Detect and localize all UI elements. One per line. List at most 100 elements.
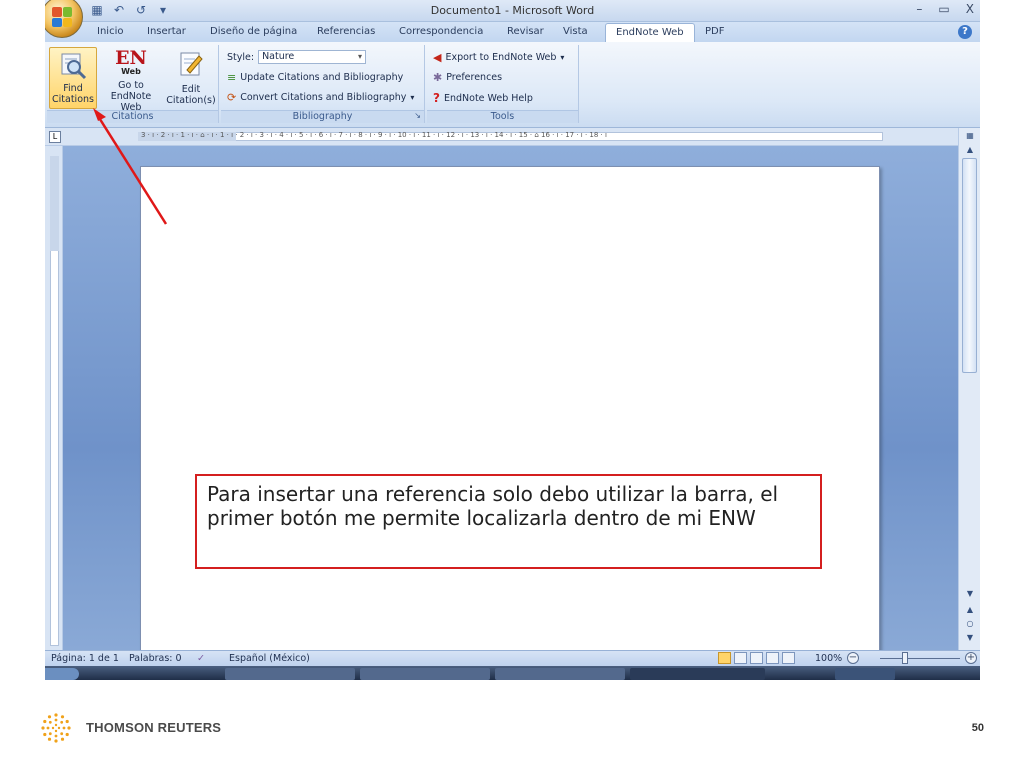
ruler-toggle-icon[interactable]: ▦ <box>963 130 977 142</box>
endnote-web-logo-icon: EN Web <box>99 47 163 77</box>
document-page[interactable] <box>140 166 880 656</box>
goto-endnote-web-button[interactable]: EN Web Go to EndNote Web <box>99 47 163 114</box>
endnote-logo-main: EN <box>115 47 147 69</box>
system-tray <box>835 668 895 680</box>
group-citations-label: Citations <box>47 110 218 123</box>
window-title: Documento1 - Microsoft Word <box>430 4 595 17</box>
windows-taskbar <box>45 666 980 680</box>
style-select[interactable]: Nature <box>258 50 367 64</box>
tab-diseno-de-pagina[interactable]: Diseño de página <box>210 26 297 37</box>
callout-text: Para insertar una referencia solo debo u… <box>207 482 779 530</box>
group-bibliography: Style: Nature ≡ Update Citations and Bib… <box>221 45 425 123</box>
zoom-slider-thumb[interactable] <box>902 652 908 664</box>
minimize-button[interactable]: – <box>916 2 922 16</box>
tab-revisar[interactable]: Revisar <box>507 26 544 37</box>
tab-insertar[interactable]: Insertar <box>147 26 186 37</box>
convert-icon: ⟳ <box>227 91 237 104</box>
find-citations-label-2: Citations <box>52 94 94 105</box>
instruction-callout: Para insertar una referencia solo debo u… <box>195 474 822 569</box>
endnote-logo-sub: Web <box>121 67 141 76</box>
word-window: ▦ ↶ ↺ ▾ Documento1 - Microsoft Word – ▭ … <box>45 0 980 680</box>
goto-label-1: Go to <box>118 80 144 91</box>
office-logo-icon <box>52 7 72 27</box>
update-citations-button[interactable]: ≡ Update Citations and Bibliography <box>227 71 403 84</box>
help-icon[interactable]: ? <box>958 25 972 39</box>
browse-object-icon[interactable]: ○ <box>963 618 977 630</box>
export-to-endnote-web-button[interactable]: ◀ Export to EndNote Web ▾ <box>433 51 564 64</box>
export-icon: ◀ <box>433 51 442 64</box>
status-words[interactable]: Palabras: 0 <box>129 653 182 664</box>
find-citations-button[interactable]: Find Citations <box>49 47 97 109</box>
preferences-button[interactable]: ✱ Preferences <box>433 71 502 84</box>
scroll-down-icon[interactable]: ▼ <box>963 588 977 600</box>
status-page[interactable]: Página: 1 de 1 <box>51 653 119 664</box>
taskbar-item[interactable] <box>225 668 355 680</box>
start-button-icon[interactable] <box>45 668 79 680</box>
preferences-label: Preferences <box>446 72 503 83</box>
tab-vista[interactable]: Vista <box>563 26 588 37</box>
update-icon: ≡ <box>227 71 237 84</box>
tab-selector-icon[interactable]: L <box>49 131 61 143</box>
update-citations-label: Update Citations and Bibliography <box>240 72 404 83</box>
edit-label-2: Citation(s) <box>166 95 216 106</box>
find-citations-label-1: Find <box>63 83 83 94</box>
previous-page-icon[interactable]: ▲ <box>963 604 977 616</box>
zoom-slider-track[interactable] <box>880 658 960 659</box>
group-tools-label: Tools <box>427 110 578 123</box>
web-layout-view-icon[interactable] <box>750 652 763 664</box>
taskbar-item[interactable] <box>360 668 490 680</box>
scroll-thumb[interactable] <box>962 158 977 373</box>
outline-view-icon[interactable] <box>766 652 779 664</box>
vertical-scrollbar[interactable]: ▦ ▲ ▼ ▲ ○ ▼ <box>958 128 980 650</box>
view-buttons <box>718 652 795 664</box>
tab-pdf[interactable]: PDF <box>705 26 724 37</box>
title-bar: ▦ ↶ ↺ ▾ Documento1 - Microsoft Word – ▭ … <box>45 0 980 38</box>
next-page-icon[interactable]: ▼ <box>963 632 977 644</box>
export-label: Export to EndNote Web <box>445 52 557 63</box>
convert-citations-button[interactable]: ⟳ Convert Citations and Bibliography ▾ <box>227 91 414 104</box>
document-workspace <box>63 146 958 656</box>
tab-endnote-web[interactable]: EndNote Web <box>605 23 695 43</box>
close-button[interactable]: X <box>966 2 974 16</box>
tab-correspondencia[interactable]: Correspondencia <box>399 26 483 37</box>
zoom-out-icon[interactable]: − <box>847 652 859 664</box>
thomson-reuters-logo-icon <box>41 713 71 743</box>
slide-page-number: 50 <box>971 722 984 734</box>
spelling-icon[interactable]: ✓ <box>197 653 205 664</box>
print-layout-view-icon[interactable] <box>718 652 731 664</box>
status-language[interactable]: Español (México) <box>229 653 310 664</box>
chevron-down-icon: ▾ <box>560 53 565 62</box>
vertical-ruler-margin <box>50 156 59 251</box>
scroll-up-icon[interactable]: ▲ <box>963 144 977 156</box>
dialog-launcher-icon[interactable]: ↘ <box>414 111 421 120</box>
endnote-web-help-button[interactable]: ? EndNote Web Help <box>433 91 533 105</box>
restore-button[interactable]: ▭ <box>938 2 949 16</box>
taskbar-item[interactable] <box>495 668 625 680</box>
group-citations: Find Citations EN Web Go to EndNote Web <box>47 45 219 123</box>
full-screen-view-icon[interactable] <box>734 652 747 664</box>
window-controls: – ▭ X <box>916 2 974 16</box>
tab-referencias[interactable]: Referencias <box>317 26 375 37</box>
help-label: EndNote Web Help <box>443 92 533 104</box>
magnifier-icon <box>61 53 87 80</box>
preferences-icon: ✱ <box>433 71 443 84</box>
group-bibliography-label-text: Bibliography <box>292 111 353 122</box>
ruler-ticks: 3 · ı · 2 · ı · 1 · ı · ⌂ · ı · 1 · ı · … <box>141 131 607 139</box>
help-question-icon: ? <box>433 91 440 105</box>
zoom-level[interactable]: 100% <box>815 653 842 664</box>
ribbon: Find Citations EN Web Go to EndNote Web <box>45 42 980 128</box>
draft-view-icon[interactable] <box>782 652 795 664</box>
taskbar-item-active[interactable] <box>630 668 765 680</box>
status-bar: Página: 1 de 1 Palabras: 0 ✓ Español (Mé… <box>45 650 980 666</box>
edit-citations-button[interactable]: Edit Citation(s) <box>165 47 217 109</box>
vertical-ruler[interactable] <box>45 146 63 650</box>
tab-inicio[interactable]: Inicio <box>97 26 123 37</box>
style-label: Style: <box>227 51 255 63</box>
ribbon-tabs: Inicio Insertar Diseño de página Referen… <box>45 22 980 43</box>
footer-brand: THOMSON REUTERS <box>86 720 222 735</box>
style-row: Style: Nature <box>227 50 367 64</box>
horizontal-ruler[interactable]: L 3 · ı · 2 · ı · 1 · ı · ⌂ · ı · 1 · ı … <box>45 128 980 146</box>
chevron-down-icon: ▾ <box>410 93 415 102</box>
zoom-in-icon[interactable]: + <box>965 652 977 664</box>
convert-citations-label: Convert Citations and Bibliography <box>240 92 407 103</box>
